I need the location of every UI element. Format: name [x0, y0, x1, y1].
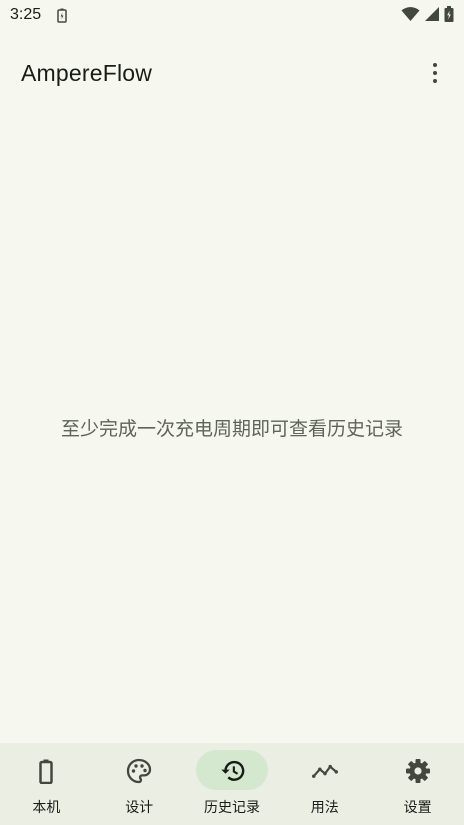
more-options-dot — [433, 71, 437, 75]
app-title: AmpereFlow — [21, 60, 153, 86]
history-icon — [219, 758, 245, 784]
nav-label: 设计 — [125, 800, 154, 816]
top-app-bar: AmpereFlow — [0, 48, 464, 98]
nav-label: 本机 — [32, 800, 61, 816]
bottom-navigation: 本机 设计 历史记录 用法 设置 — [0, 743, 464, 825]
nav-item-settings[interactable]: 设置 — [371, 743, 464, 825]
more-options-icon[interactable] — [423, 60, 447, 86]
empty-state-message: 至少完成一次充电周期即可查看历史记录 — [60, 418, 403, 440]
nav-label: 设置 — [403, 800, 432, 816]
charging-battery-icon — [57, 8, 67, 27]
wifi-icon — [401, 6, 420, 26]
gear-icon — [405, 758, 431, 784]
nav-item-device[interactable]: 本机 — [0, 743, 93, 825]
nav-item-history[interactable]: 历史记录 — [186, 743, 279, 825]
status-icons — [401, 6, 454, 26]
nav-item-usage[interactable]: 用法 — [278, 743, 371, 825]
status-bar: 3:25 — [0, 0, 464, 32]
palette-icon — [126, 758, 152, 784]
nav-label: 历史记录 — [203, 800, 260, 816]
battery-icon — [33, 758, 59, 784]
battery-icon — [444, 6, 454, 26]
nav-item-design[interactable]: 设计 — [93, 743, 186, 825]
more-options-dot — [433, 79, 437, 83]
cellular-signal-icon — [424, 6, 440, 26]
status-time: 3:25 — [10, 6, 42, 23]
more-options-dot — [433, 63, 437, 67]
trend-line-icon — [311, 758, 338, 784]
nav-label: 用法 — [310, 800, 339, 816]
